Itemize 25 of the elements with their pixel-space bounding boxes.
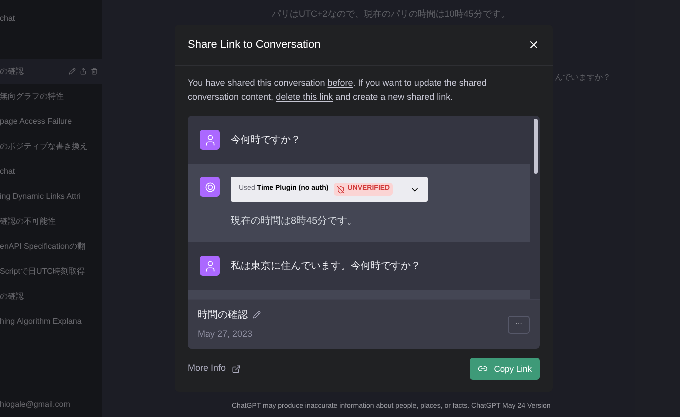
before-link[interactable]: before (328, 78, 354, 88)
sidebar-item[interactable]: ing Dynamic Links Attri (0, 184, 102, 209)
chat-message: パリはUTC+2なので、現在のパリの時間は10時45分です。 (272, 8, 510, 21)
dialog-title: Share Link to Conversation (188, 38, 321, 53)
conversation-title: 時間の確認 (198, 308, 248, 323)
sidebar-item[interactable]: のポジティブな書き換え (0, 134, 102, 159)
sidebar-item[interactable]: 無向グラフの特性 (0, 84, 102, 109)
sidebar-item[interactable]: 確認の不可能性 (0, 209, 102, 234)
sidebar-item[interactable]: chat (0, 6, 102, 31)
user-message: 今何時ですか？ (231, 134, 301, 148)
user-message: 私は東京に住んでいます。今何時ですか？ (231, 260, 421, 274)
sidebar-item[interactable]: の確認 (0, 59, 102, 84)
assistant-message: 現在の時間は8時45分です。 (231, 214, 359, 229)
conversation-date: May 27, 2023 (198, 328, 254, 341)
sidebar-item[interactable]: page Access Failure (0, 109, 102, 134)
account-email[interactable]: hiogale@gmail.com (0, 399, 102, 411)
delete-link[interactable]: delete this link (276, 92, 334, 102)
sidebar-item[interactable]: chat (0, 159, 102, 184)
more-info-link[interactable]: More Info (188, 362, 242, 376)
sidebar-item[interactable]: Scriptで日UTC時刻取得 (0, 259, 102, 284)
sidebar-item[interactable]: enAPI Specificationの翻 (0, 234, 102, 259)
dialog-description: You have shared this conversation before. If you want to update the shared conversation content, delete this link and create a new shared link. (187, 77, 488, 104)
copy-link-button[interactable]: Copy Link (470, 358, 540, 380)
sidebar-item[interactable]: の確認 (0, 284, 102, 309)
sidebar-item[interactable]: hing Algorithm Explana (0, 309, 102, 334)
